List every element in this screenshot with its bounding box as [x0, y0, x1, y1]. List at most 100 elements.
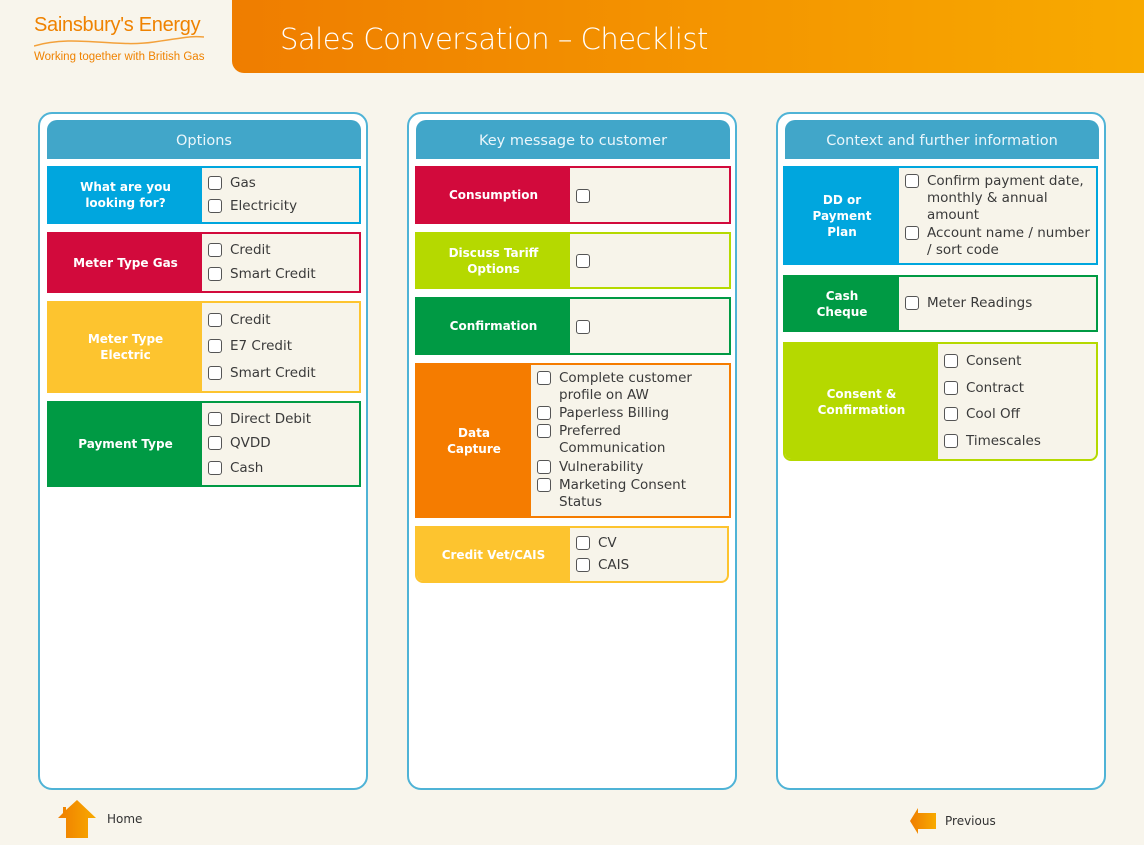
row-options: Credit Smart Credit — [202, 234, 359, 291]
checklist-option[interactable]: Cool Off — [944, 406, 1096, 423]
checklist-option[interactable]: CV — [576, 535, 727, 552]
row-label: Data Capture — [417, 365, 531, 516]
checklist-option[interactable] — [576, 188, 729, 203]
home-button[interactable]: Home — [58, 800, 142, 838]
checkbox[interactable] — [944, 407, 958, 421]
row-options: Complete customer profile on AWPaperless… — [531, 365, 729, 516]
option-label: Credit — [230, 242, 271, 259]
option-label: Timescales — [966, 433, 1041, 450]
checklist-row: DD or Payment PlanConfirm payment date, … — [783, 166, 1098, 265]
row-options: Confirm payment date, monthly & annual a… — [899, 168, 1096, 263]
checkbox[interactable] — [905, 296, 919, 310]
checklist-option[interactable]: Meter Readings — [905, 295, 1096, 312]
checklist-option[interactable]: Account name / number / sort code — [905, 225, 1096, 259]
checklist-option[interactable]: Direct Debit — [208, 411, 359, 428]
row-options: Gas Electricity — [202, 168, 359, 222]
checklist-row: Meter Type Gas Credit Smart Credit — [47, 232, 361, 293]
logo: Sainsbury's Energy Working together with… — [34, 14, 204, 63]
checkbox[interactable] — [208, 243, 222, 257]
checklist-option[interactable]: Vulnerability — [537, 459, 729, 476]
checklist-option[interactable]: Consent — [944, 353, 1096, 370]
checklist-option[interactable]: Preferred Communication — [537, 423, 729, 457]
option-label: CV — [598, 535, 617, 552]
checklist-option[interactable] — [576, 253, 729, 268]
checklist-option[interactable]: Confirm payment date, monthly & annual a… — [905, 173, 1096, 224]
page-title: Sales Conversation – Checklist — [280, 22, 708, 56]
row-options — [570, 299, 729, 353]
checklist-option[interactable]: Smart Credit — [208, 266, 359, 283]
checkbox[interactable] — [944, 434, 958, 448]
checklist-option[interactable]: Electricity — [208, 198, 359, 215]
panel-header: Context and further information — [785, 120, 1099, 159]
checkbox[interactable] — [208, 267, 222, 281]
row-label: Meter Type Electric — [49, 303, 202, 391]
checklist-option[interactable]: Complete customer profile on AW — [537, 370, 729, 404]
option-label: Meter Readings — [927, 295, 1032, 312]
checklist-option[interactable]: Timescales — [944, 433, 1096, 450]
checkbox[interactable] — [537, 460, 551, 474]
checklist-option[interactable]: Paperless Billing — [537, 405, 729, 422]
checkbox[interactable] — [208, 313, 222, 327]
row-label: Payment Type — [49, 403, 202, 485]
checklist-option[interactable]: Marketing Consent Status — [537, 477, 729, 511]
option-label: Cash — [230, 460, 263, 477]
checklist-row: Data CaptureComplete customer profile on… — [415, 363, 731, 518]
checkbox[interactable] — [576, 189, 590, 203]
checklist-row: Meter Type Electric Credit E7 Credit Smart … — [47, 301, 361, 393]
row-label: DD or Payment Plan — [785, 168, 899, 263]
checkbox[interactable] — [208, 199, 222, 213]
checkbox[interactable] — [537, 478, 551, 492]
checkbox[interactable] — [944, 354, 958, 368]
checkbox[interactable] — [576, 320, 590, 334]
checklist-option[interactable]: Smart Credit — [208, 365, 359, 382]
checkbox[interactable] — [208, 366, 222, 380]
checklist-option[interactable]: E7 Credit — [208, 338, 359, 355]
row-label: Discuss Tariff Options — [417, 234, 570, 287]
checkbox[interactable] — [576, 558, 590, 572]
checkbox[interactable] — [537, 371, 551, 385]
checklist-option[interactable]: Cash — [208, 460, 359, 477]
option-label: Preferred Communication — [559, 423, 729, 457]
row-label: What are you looking for? — [49, 168, 202, 222]
checkbox[interactable] — [576, 536, 590, 550]
row-options — [570, 168, 729, 222]
panel-header: Key message to customer — [416, 120, 730, 159]
row-options: Consent Contract Cool Off Timescales — [938, 344, 1096, 459]
option-label: CAIS — [598, 557, 629, 574]
checkbox[interactable] — [944, 381, 958, 395]
tagline-brand: British Gas — [148, 51, 204, 63]
checkbox[interactable] — [208, 436, 222, 450]
checklist-option[interactable]: Contract — [944, 380, 1096, 397]
row-label: Confirmation — [417, 299, 570, 353]
row-options: CV CAIS — [570, 528, 727, 581]
option-label: Consent — [966, 353, 1021, 370]
previous-button[interactable]: Previous — [910, 808, 996, 834]
row-label: Cash Cheque — [785, 277, 899, 330]
checkbox[interactable] — [537, 424, 551, 438]
option-label: Marketing Consent Status — [559, 477, 729, 511]
option-label: Contract — [966, 380, 1024, 397]
option-label: QVDD — [230, 435, 271, 452]
checkbox[interactable] — [905, 226, 919, 240]
checkbox[interactable] — [905, 174, 919, 188]
checklist-option[interactable] — [576, 319, 729, 334]
checkbox[interactable] — [208, 412, 222, 426]
checkbox[interactable] — [208, 339, 222, 353]
home-icon — [58, 800, 96, 838]
row-label: Consent & Confirmation — [785, 344, 938, 459]
checkbox[interactable] — [576, 254, 590, 268]
checkbox[interactable] — [537, 406, 551, 420]
checklist-option[interactable]: Gas — [208, 175, 359, 192]
checklist-option[interactable]: Credit — [208, 242, 359, 259]
option-label: Electricity — [230, 198, 297, 215]
tagline-prefix: Working together with — [34, 51, 148, 63]
row-label: Meter Type Gas — [49, 234, 202, 291]
checklist-option[interactable]: CAIS — [576, 557, 727, 574]
checkbox[interactable] — [208, 461, 222, 475]
checklist-option[interactable]: QVDD — [208, 435, 359, 452]
checkbox[interactable] — [208, 176, 222, 190]
option-label: Account name / number / sort code — [927, 225, 1096, 259]
checklist-option[interactable]: Credit — [208, 312, 359, 329]
row-options: Direct Debit QVDD Cash — [202, 403, 359, 485]
home-label: Home — [107, 812, 142, 826]
